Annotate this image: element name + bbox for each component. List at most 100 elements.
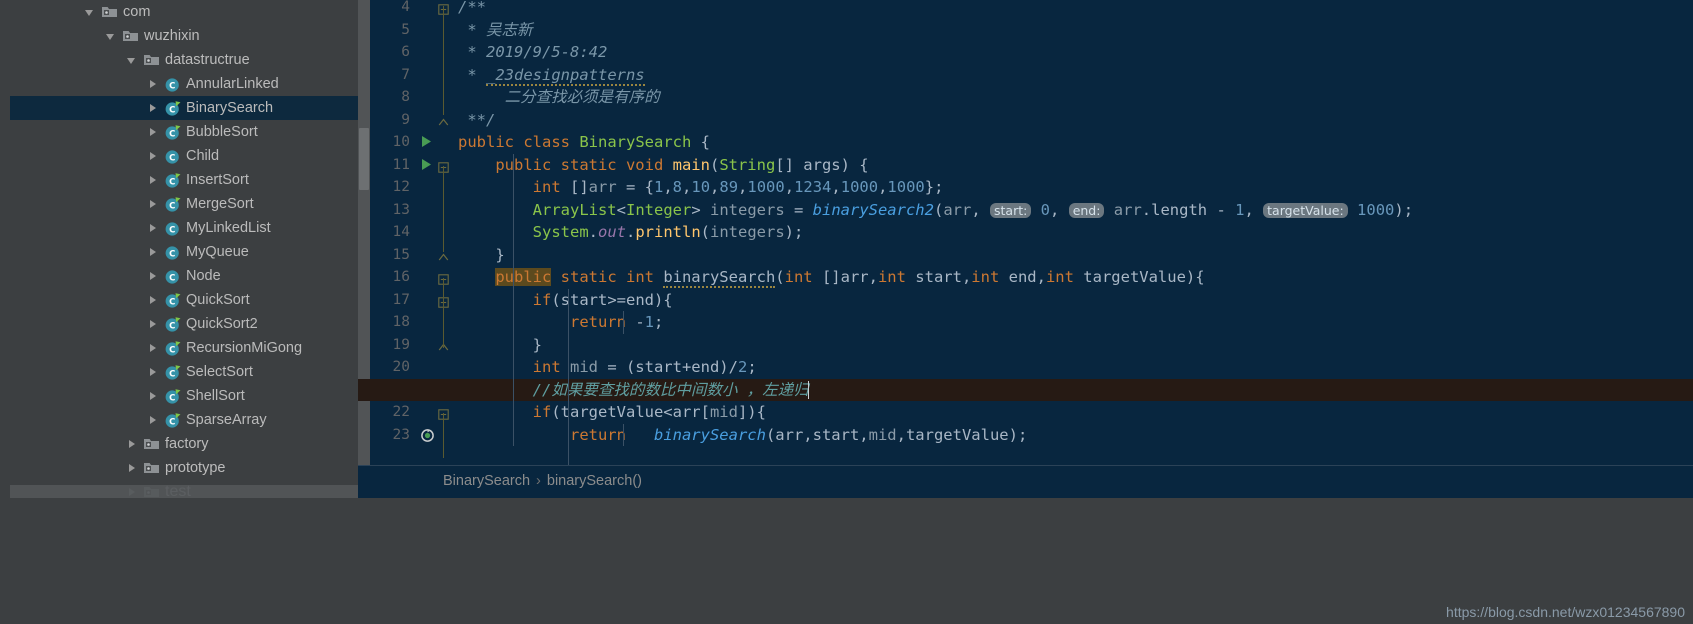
chevron-right-icon[interactable] <box>126 462 139 475</box>
tree-row[interactable]: C AnnularLinked <box>0 72 358 96</box>
code-token: } <box>458 335 542 354</box>
code-line[interactable]: public class BinarySearch { <box>458 131 710 154</box>
code-token: if <box>532 403 552 421</box>
breadcrumb[interactable]: BinarySearch › binarySearch() <box>443 473 642 489</box>
tree-row[interactable]: C MergeSort <box>0 192 358 216</box>
indent-guide <box>568 356 569 469</box>
watermark: https://blog.csdn.net/wzx01234567890 <box>1446 604 1685 620</box>
chevron-down-icon[interactable] <box>126 54 139 67</box>
code-line[interactable]: int []arr = {1,8,10,89,1000,1234,1000,10… <box>458 176 944 199</box>
line-number: 12 <box>392 179 410 195</box>
tree-row[interactable]: C MyQueue <box>0 240 358 264</box>
recursion-icon[interactable] <box>420 428 435 448</box>
code-line[interactable]: //如果要查找的数比中间数小 ，左递归 <box>458 379 818 402</box>
ide-window: com wuzhixin datastructrue C AnnularLinked C B… <box>0 0 1693 624</box>
left-edge-strip <box>0 0 10 498</box>
tree-row[interactable]: C InsertSort <box>0 168 358 192</box>
code-line[interactable]: return -1; <box>458 311 663 334</box>
chevron-right-icon[interactable] <box>147 102 160 115</box>
editor-code-area[interactable]: /** * 吴志新 * 2019/9/5-8:42 * _23designpat… <box>358 0 1693 469</box>
code-token: , <box>710 178 720 196</box>
code-line[interactable]: 二分查找必须是有序的 <box>458 86 660 109</box>
fold-end-icon[interactable] <box>438 115 449 133</box>
fold-end-icon[interactable] <box>438 250 449 268</box>
line-number: 8 <box>401 89 410 105</box>
tree-item-label: Node <box>186 267 221 284</box>
code-token: public static void <box>495 155 673 174</box>
chevron-down-icon[interactable] <box>105 30 118 43</box>
chevron-right-icon[interactable] <box>147 174 160 187</box>
tree-row[interactable]: datastructrue <box>0 48 358 72</box>
tree-row[interactable]: C MyLinkedList <box>0 216 358 240</box>
code-line[interactable]: * 2019/9/5-8:42 <box>458 41 607 64</box>
code-token: * 吴志新 <box>458 20 533 39</box>
code-line[interactable]: * _23designpatterns <box>458 64 645 87</box>
tree-row[interactable]: C RecursionMiGong <box>0 336 358 360</box>
tree-row[interactable]: C SparseArray <box>0 408 358 432</box>
code-line[interactable]: public static int binarySearch(int []arr… <box>458 266 1205 289</box>
code-line[interactable]: /** <box>458 0 486 19</box>
chevron-right-icon[interactable] <box>147 318 160 331</box>
tree-row[interactable]: wuzhixin <box>0 24 358 48</box>
chevron-right-icon[interactable] <box>147 414 160 427</box>
chevron-down-icon[interactable] <box>84 6 97 19</box>
code-line[interactable]: } <box>458 334 542 357</box>
tree-row[interactable]: C Node <box>0 264 358 288</box>
run-method-icon[interactable] <box>420 158 432 176</box>
tree-row[interactable]: prototype <box>0 456 358 480</box>
chevron-right-icon[interactable] <box>147 270 160 283</box>
tree-row[interactable]: C QuickSort <box>0 288 358 312</box>
chevron-right-icon[interactable] <box>147 198 160 211</box>
code-line[interactable]: System.out.println(integers); <box>458 221 804 244</box>
code-line[interactable]: int mid = (start+end)/2; <box>458 356 757 379</box>
tree-row[interactable]: C Child <box>0 144 358 168</box>
tree-row[interactable]: C ShellSort <box>0 384 358 408</box>
chevron-right-icon[interactable] <box>147 150 160 163</box>
code-line[interactable]: if(targetValue<arr[mid]){ <box>458 401 766 424</box>
tree-row[interactable]: C BinarySearch <box>0 96 358 120</box>
code-line[interactable]: } <box>458 244 505 267</box>
chevron-right-icon[interactable] <box>147 222 160 235</box>
tree-row[interactable]: C SelectSort <box>0 360 358 384</box>
project-tool-window[interactable]: com wuzhixin datastructrue C AnnularLinked C B… <box>0 0 358 500</box>
chevron-right-icon[interactable] <box>147 390 160 403</box>
runnable-class-icon: C <box>164 364 181 381</box>
chevron-right-icon[interactable] <box>147 246 160 259</box>
project-tree[interactable]: com wuzhixin datastructrue C AnnularLinked C B… <box>0 0 358 480</box>
tree-bottom-overlay <box>0 485 358 498</box>
chevron-right-icon[interactable] <box>147 366 160 379</box>
chevron-right-icon[interactable] <box>147 294 160 307</box>
code-line[interactable]: return binarySearch(arr,start,mid,target… <box>458 424 1027 447</box>
svg-text:C: C <box>169 177 175 187</box>
tree-item-label: prototype <box>165 459 226 476</box>
code-line[interactable]: public static void main(String[] args) { <box>458 154 868 177</box>
code-token: } <box>458 245 505 264</box>
code-token: [] <box>569 178 589 196</box>
tree-row[interactable]: C QuickSort2 <box>0 312 358 336</box>
code-editor[interactable]: 4567891011121314151617181920212223 /** *… <box>358 0 1693 469</box>
code-token: int <box>532 358 570 376</box>
breadcrumb-class[interactable]: BinarySearch <box>443 473 530 489</box>
chevron-right-icon[interactable] <box>147 126 160 139</box>
code-line[interactable]: ArrayList<Integer> integers = binarySear… <box>458 199 1413 222</box>
tree-item-label: MergeSort <box>186 195 254 212</box>
editor-scroll-thumb[interactable] <box>359 128 369 190</box>
code-line[interactable]: * 吴志新 <box>458 19 533 42</box>
chevron-right-icon[interactable] <box>147 78 160 91</box>
tree-row[interactable]: factory <box>0 432 358 456</box>
code-token: ArrayList <box>532 200 617 219</box>
code-line[interactable]: **/ <box>458 109 495 132</box>
code-token: (arr,start, <box>765 425 869 444</box>
tree-row[interactable]: C BubbleSort <box>0 120 358 144</box>
breadcrumb-method[interactable]: binarySearch() <box>547 473 642 489</box>
chevron-right-icon[interactable] <box>126 438 139 451</box>
code-line[interactable]: if(start>=end){ <box>458 289 673 312</box>
tree-row[interactable]: com <box>0 0 358 24</box>
run-class-icon[interactable] <box>420 135 432 153</box>
code-token: public class <box>458 133 580 151</box>
code-token: mid <box>709 403 738 421</box>
chevron-right-icon[interactable] <box>147 342 160 355</box>
